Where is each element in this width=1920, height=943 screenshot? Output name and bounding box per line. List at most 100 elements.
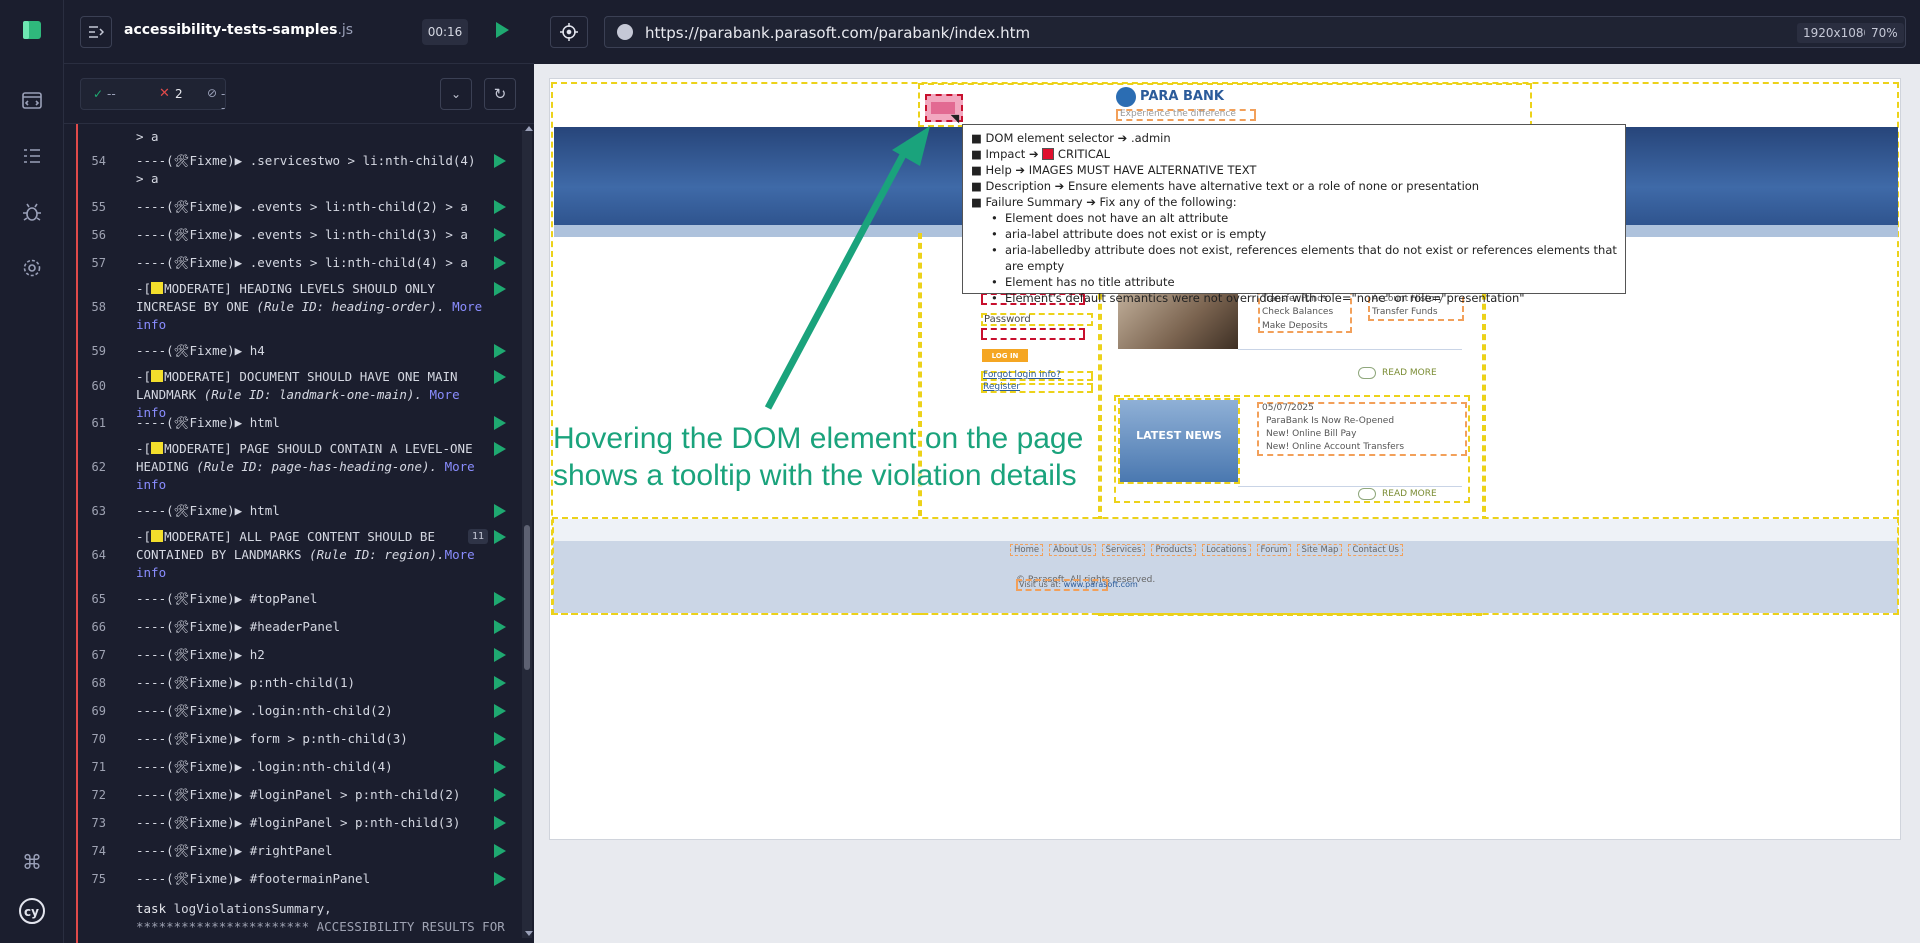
footer-links: Home About Us Services Products Locations For… — [1010, 544, 1403, 556]
line-number: 67 — [91, 648, 106, 662]
run-command-play-icon[interactable] — [494, 844, 506, 858]
register-link[interactable]: Register — [983, 382, 1020, 392]
command-text: ----(🛠Fixme)▶ .events > li:nth-child(2) … — [136, 199, 468, 214]
line-number: 62 — [91, 460, 106, 474]
keyboard-shortcuts-icon[interactable]: ⌘ — [18, 848, 46, 876]
rerun-play-icon[interactable] — [496, 22, 509, 38]
cypress-app-icon[interactable] — [18, 16, 46, 44]
selector-playground-button[interactable] — [550, 16, 588, 48]
run-command-play-icon[interactable] — [494, 872, 506, 886]
run-command-play-icon[interactable] — [494, 732, 506, 746]
line-number: 54 — [91, 154, 106, 168]
run-command-play-icon[interactable] — [494, 704, 506, 718]
command-text: ----(🛠Fixme)▶ html — [136, 503, 280, 518]
run-command-play-icon[interactable] — [494, 370, 506, 384]
footer-link[interactable]: Home — [1010, 544, 1044, 556]
settings-gear-icon[interactable] — [18, 254, 46, 282]
run-command-play-icon[interactable] — [494, 282, 506, 296]
passed-check-icon: ✓ — [93, 87, 104, 101]
scrollbar-thumb[interactable] — [524, 525, 530, 670]
command-text: ----(🛠Fixme)▶ #footermainPanel — [136, 871, 371, 886]
login-button[interactable]: LOG IN — [982, 349, 1028, 362]
collapse-button[interactable]: ⌄ — [440, 78, 472, 110]
run-command-play-icon[interactable] — [494, 228, 506, 242]
tooltip-help: ■ Help ➔ IMAGES MUST HAVE ALTERNATIVE TE… — [971, 163, 1257, 177]
command-list: > a 54 ----(🛠Fixme)▶ .servicestwo > li:nth… — [64, 124, 534, 943]
spec-extension: .js — [337, 22, 354, 38]
run-command-play-icon[interactable] — [494, 442, 506, 456]
failure-item: Element's default semantics were not ove… — [991, 290, 1617, 306]
run-command-play-icon[interactable] — [494, 620, 506, 634]
command-text: ----(🛠Fixme)▶ .servicestwo > li:nth-chil… — [136, 153, 476, 186]
runs-icon[interactable] — [18, 142, 46, 170]
highlight-footerPanel — [552, 517, 1899, 615]
footer-link[interactable]: About Us — [1049, 544, 1096, 556]
run-command-play-icon[interactable] — [494, 154, 506, 168]
run-command-play-icon[interactable] — [494, 256, 506, 270]
debug-bug-icon[interactable] — [18, 198, 46, 226]
tooltip-impact: ■ Impact ➔ CRITICAL — [971, 147, 1111, 161]
read-more-services[interactable]: READ MORE — [1382, 368, 1437, 378]
violation-text: -[MODERATE] ALL PAGE CONTENT SHOULD BE C… — [136, 529, 475, 580]
command-text: ----(🛠Fixme)▶ .events > li:nth-child(4) … — [136, 255, 468, 270]
run-command-play-icon[interactable] — [494, 648, 506, 662]
run-command-play-icon[interactable] — [494, 504, 506, 518]
run-command-play-icon[interactable] — [494, 676, 506, 690]
scroll-up-arrow-icon[interactable] — [525, 126, 533, 131]
tagline: Experience the difference — [1120, 109, 1236, 119]
password-input[interactable] — [981, 328, 1085, 340]
crosshair-icon — [560, 23, 578, 41]
footer-link[interactable]: Locations — [1202, 544, 1251, 556]
violation-tooltip: ■ DOM element selector ➔ .admin ■ Impact… — [962, 124, 1626, 306]
run-command-play-icon[interactable] — [494, 592, 506, 606]
line-number: 64 — [91, 548, 106, 562]
parasoft-link[interactable]: www.parasoft.com — [1064, 580, 1138, 589]
command-text: ----(🛠Fixme)▶ html — [136, 415, 280, 430]
scroll-down-arrow-icon[interactable] — [525, 931, 533, 936]
run-command-play-icon[interactable] — [494, 200, 506, 214]
failure-item: aria-label attribute does not exist or i… — [991, 226, 1617, 242]
run-command-play-icon[interactable] — [494, 416, 506, 430]
line-number: 69 — [91, 704, 106, 718]
run-command-play-icon[interactable] — [494, 788, 506, 802]
reload-button[interactable]: ↻ — [484, 78, 516, 110]
failed-count: 2 — [175, 87, 183, 101]
toggle-specs-list-button[interactable] — [80, 16, 112, 48]
command-text: ----(🛠Fixme)▶ #topPanel — [136, 591, 318, 606]
command-text: ----(🛠Fixme)▶ .login:nth-child(2) — [136, 703, 393, 718]
service-link[interactable]: Transfer Funds — [1372, 306, 1443, 320]
line-number: 72 — [91, 788, 106, 802]
spec-file-name: accessibility-tests-samples.js — [124, 22, 353, 38]
caption-line-1: Hovering the DOM element on the page — [553, 422, 1084, 455]
footer-link[interactable]: Products — [1151, 544, 1197, 556]
failed-x-icon: ✕ — [159, 86, 170, 101]
run-command-play-icon[interactable] — [494, 530, 506, 544]
command-text: ----(🛠Fixme)▶ #loginPanel > p:nth-child(… — [136, 787, 461, 802]
specs-icon[interactable] — [18, 86, 46, 114]
service-link[interactable]: Check Balances — [1262, 306, 1334, 320]
line-number: 55 — [91, 200, 106, 214]
run-command-play-icon[interactable] — [494, 816, 506, 830]
highlight-news-box — [1114, 395, 1470, 503]
url-field[interactable]: https://parabank.parasoft.com/parabank/i… — [604, 16, 1906, 48]
cypress-logo-icon[interactable]: cy — [18, 897, 46, 925]
command-log-panel: accessibility-tests-samples.js 00:16 ✓ -… — [64, 0, 534, 943]
run-command-play-icon[interactable] — [494, 760, 506, 774]
footer-link[interactable]: Forum — [1256, 544, 1292, 556]
footer-link[interactable]: Site Map — [1297, 544, 1343, 556]
violation-text: -[MODERATE] HEADING LEVELS SHOULD ONLY I… — [136, 281, 483, 332]
footer-link[interactable]: Contact Us — [1348, 544, 1403, 556]
line-number: 73 — [91, 816, 106, 830]
menu-icon — [89, 26, 104, 38]
service-link[interactable]: Make Deposits — [1262, 320, 1334, 334]
moderate-yellow-square-icon — [151, 370, 164, 382]
run-command-play-icon[interactable] — [494, 344, 506, 358]
count-badge: 11 — [467, 529, 488, 544]
svg-text:cy: cy — [24, 905, 39, 919]
moderate-yellow-square-icon — [151, 442, 164, 454]
globe-icon — [617, 24, 633, 40]
moderate-yellow-square-icon — [151, 530, 164, 542]
forgot-login-link[interactable]: Forgot login info? — [983, 370, 1061, 380]
line-number: 60 — [91, 379, 106, 393]
footer-link[interactable]: Services — [1101, 544, 1146, 556]
